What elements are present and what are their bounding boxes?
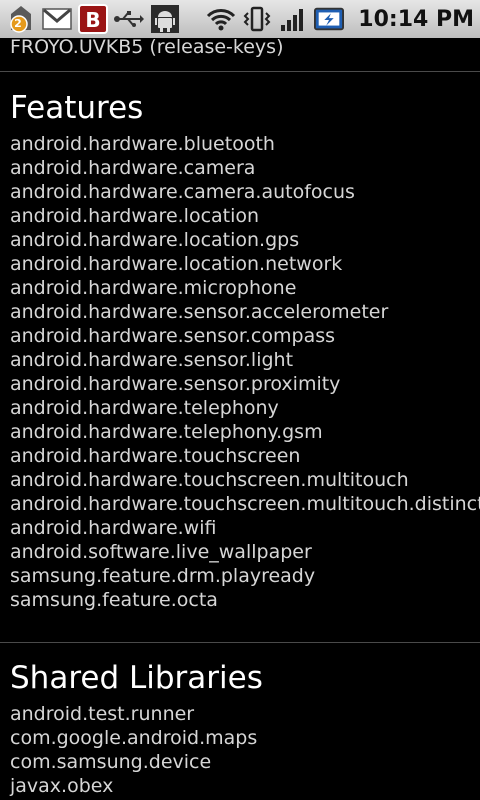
list-item: android.hardware.wifi <box>10 517 217 539</box>
list-item: javax.obex <box>10 775 114 797</box>
list-item: android.hardware.sensor.light <box>10 349 294 371</box>
list-item: android.hardware.location.network <box>10 253 343 275</box>
list-item: android.hardware.camera.autofocus <box>10 181 355 203</box>
list-item: android.hardware.telephony <box>10 397 279 419</box>
build-release-text: FROYO.UVKB5 (release-keys) <box>10 38 284 58</box>
shared-libraries-title: Shared Libraries <box>10 660 263 696</box>
features-list: android.hardware.bluetooth android.hardwa… <box>10 132 480 612</box>
android-debug-icon <box>150 4 180 34</box>
list-item: android.test.runner <box>10 703 195 725</box>
notification-count: 2 <box>14 17 22 30</box>
list-item: samsung.feature.drm.playready <box>10 565 316 587</box>
list-item: android.hardware.bluetooth <box>10 133 275 155</box>
list-item: android.hardware.microphone <box>10 277 297 299</box>
status-clock: 10:14 PM <box>358 6 474 32</box>
list-item: android.hardware.telephony.gsm <box>10 421 323 443</box>
list-item: com.samsung.device <box>10 751 212 773</box>
signal-icon <box>278 4 308 34</box>
list-item: android.hardware.sensor.proximity <box>10 373 341 395</box>
b-app-icon: B <box>78 4 108 34</box>
gmail-icon <box>42 4 72 34</box>
list-item: samsung.feature.octa <box>10 589 218 611</box>
list-item: android.hardware.location <box>10 205 260 227</box>
list-item: android.hardware.camera <box>10 157 256 179</box>
list-item: android.hardware.location.gps <box>10 229 300 251</box>
notification-count-icon: 2 <box>6 4 36 34</box>
list-item: android.software.live_wallpaper <box>10 541 312 563</box>
battery-charging-icon <box>314 4 345 34</box>
svg-text:B: B <box>85 8 100 32</box>
section-divider <box>0 642 480 643</box>
vibrate-icon <box>242 4 272 34</box>
list-item: android.hardware.touchscreen.multitouch.… <box>10 493 480 515</box>
system-info-screen[interactable]: FROYO.UVKB5 (release-keys) Features andr… <box>0 38 480 800</box>
shared-libraries-list: android.test.runner com.google.android.ma… <box>10 702 257 798</box>
features-title: Features <box>10 90 144 126</box>
wifi-icon <box>206 4 236 34</box>
status-bar[interactable]: 2 B 10:14 PM <box>0 0 480 38</box>
section-divider <box>0 71 480 72</box>
list-item: android.hardware.sensor.accelerometer <box>10 301 389 323</box>
list-item: com.google.android.maps <box>10 727 258 749</box>
list-item: android.hardware.touchscreen <box>10 445 301 467</box>
list-item: android.hardware.touchscreen.multitouch <box>10 469 409 491</box>
usb-icon <box>114 4 144 34</box>
list-item: android.hardware.sensor.compass <box>10 325 336 347</box>
